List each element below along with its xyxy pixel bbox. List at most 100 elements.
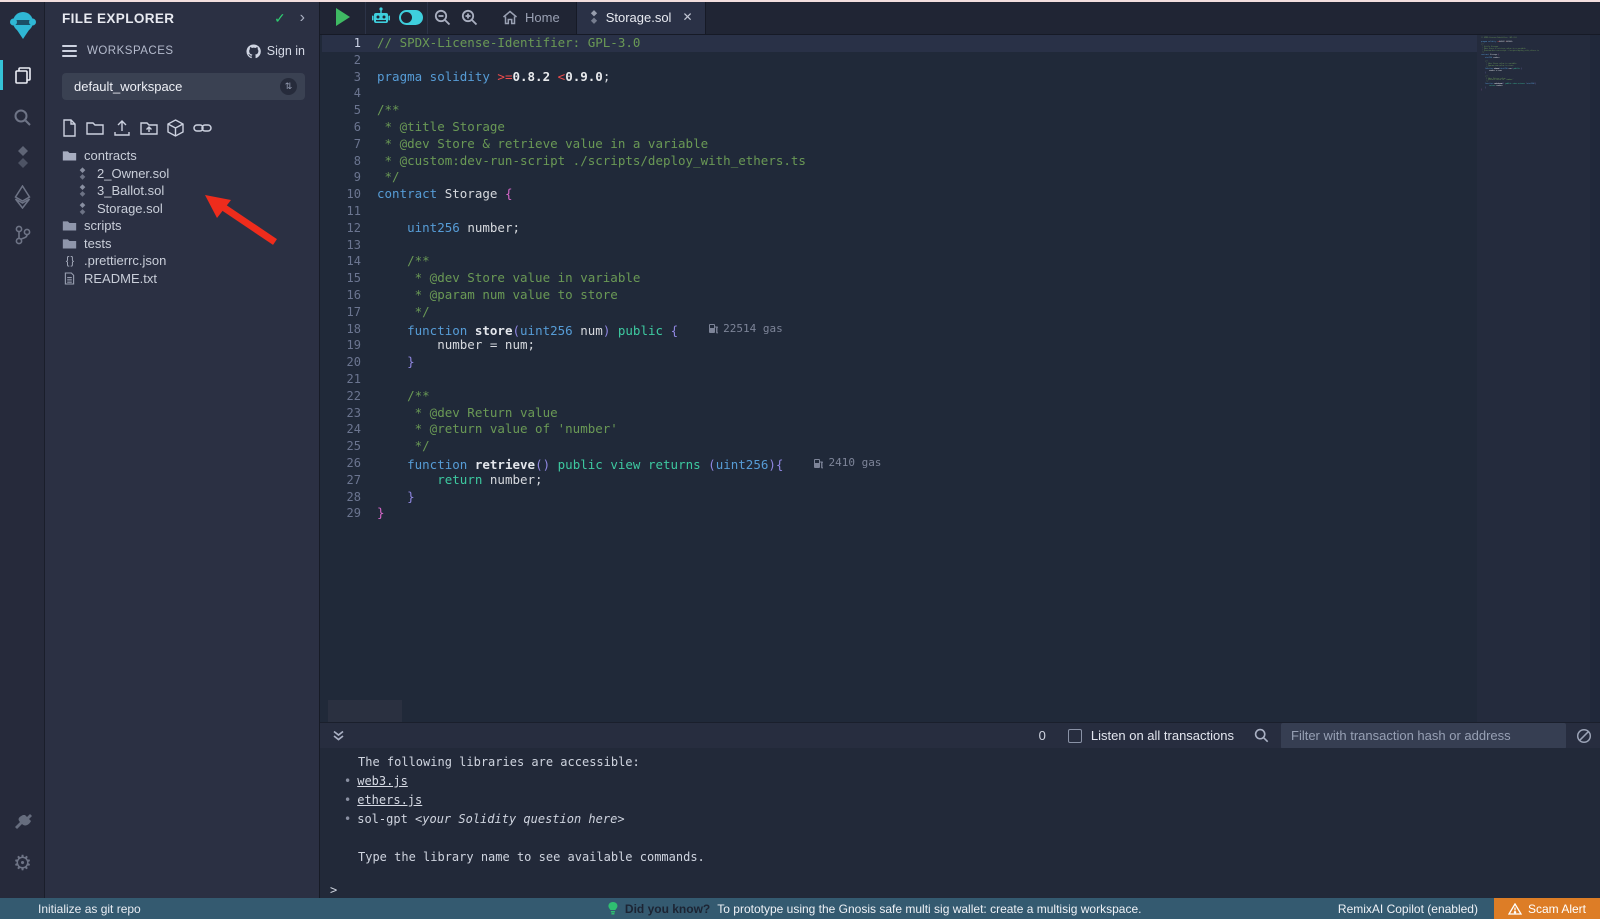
code-editor[interactable]: 1// SPDX-License-Identifier: GPL-3.023pr… [320, 35, 1600, 722]
code-line[interactable]: 29} [320, 505, 1477, 522]
json-file-icon: { } [62, 255, 77, 267]
tree-item-scripts[interactable]: scripts [45, 217, 319, 235]
solidity-file-icon [75, 202, 90, 215]
code-line[interactable]: 13 [320, 237, 1477, 254]
tree-item-Storage.sol[interactable]: Storage.sol [45, 200, 319, 218]
line-number: 28 [320, 489, 377, 506]
sign-in-button[interactable]: Sign in [246, 44, 305, 59]
close-tab-icon[interactable]: ✕ [682, 10, 692, 24]
line-number: 26 [320, 455, 377, 472]
zoom-out-icon[interactable] [434, 9, 451, 26]
code-line[interactable]: 10contract Storage { [320, 186, 1477, 203]
code-line[interactable]: 17 */ [320, 304, 1477, 321]
code-line[interactable]: 5/** [320, 102, 1477, 119]
code-line[interactable]: 4 [320, 85, 1477, 102]
new-file-icon[interactable] [62, 119, 77, 137]
code-line[interactable]: 20 } [320, 354, 1477, 371]
code-line[interactable]: 8 * @custom:dev-run-script ./scripts/dep… [320, 153, 1477, 170]
search-icon[interactable] [0, 100, 45, 134]
tree-item-label: 3_Ballot.sol [97, 183, 164, 198]
terminal-line: •ethers.js [330, 791, 1600, 810]
editor-tabbar: Home Storage.sol ✕ [320, 0, 1600, 35]
copilot-toggle[interactable] [399, 10, 423, 25]
code-line[interactable]: 24 * @return value of 'number' [320, 421, 1477, 438]
code-line[interactable]: 14 /** [320, 253, 1477, 270]
tree-item-2_Owner.sol[interactable]: 2_Owner.sol [45, 165, 319, 183]
code-line[interactable]: 11 [320, 203, 1477, 220]
git-icon[interactable] [0, 218, 45, 252]
solidity-file-icon [75, 184, 90, 197]
tab-storage-sol[interactable]: Storage.sol ✕ [576, 0, 706, 34]
scam-alert-button[interactable]: Scam Alert [1494, 898, 1600, 919]
file-explorer-icon[interactable] [0, 58, 45, 92]
solidity-compiler-icon[interactable] [0, 140, 45, 174]
git-init-button[interactable]: Initialize as git repo [0, 902, 141, 916]
solidity-file-icon [589, 10, 599, 24]
library-link[interactable]: ethers.js [357, 793, 422, 807]
robot-icon[interactable] [371, 7, 391, 27]
transaction-filter-input[interactable] [1281, 723, 1566, 749]
code-line[interactable]: 2 [320, 52, 1477, 69]
terminal-line: •web3.js [330, 772, 1600, 791]
code-line[interactable]: 25 */ [320, 438, 1477, 455]
tree-item-3_Ballot.sol[interactable]: 3_Ballot.sol [45, 182, 319, 200]
folder-open-icon [62, 149, 77, 162]
code-line[interactable]: 12 uint256 number; [320, 220, 1477, 237]
terminal-output[interactable]: The following libraries are accessible:•… [320, 748, 1600, 898]
clear-filter-icon[interactable] [1576, 728, 1592, 744]
tree-item-.prettierrc.json[interactable]: { }.prettierrc.json [45, 252, 319, 270]
tree-item-tests[interactable]: tests [45, 235, 319, 253]
line-number: 6 [320, 119, 377, 136]
run-script-button[interactable] [320, 0, 366, 34]
code-line[interactable]: 23 * @dev Return value [320, 405, 1477, 422]
remix-logo-icon[interactable] [0, 6, 45, 44]
icon-sidebar: ⚙ [0, 0, 45, 898]
status-bar: Initialize as git repo Did you know? To … [0, 898, 1600, 919]
code-line[interactable]: 18 function store(uint256 num) public {2… [320, 321, 1477, 338]
tree-item-contracts[interactable]: contracts [45, 147, 319, 165]
workspace-select-arrows-icon: ⇅ [280, 78, 297, 95]
code-line[interactable]: 28 } [320, 489, 1477, 506]
editor-scroll-decoration [328, 700, 402, 722]
scam-alert-label: Scam Alert [1528, 902, 1586, 916]
code-line[interactable]: 26 function retrieve() public view retur… [320, 455, 1477, 472]
editor-minimap[interactable]: // SPDX-License-Identifier: GPL-3.0 prag… [1477, 35, 1590, 722]
new-folder-icon[interactable] [86, 120, 104, 136]
workspaces-label: WORKSPACES [87, 45, 246, 57]
hamburger-menu-icon[interactable] [62, 45, 77, 57]
line-number: 7 [320, 136, 377, 153]
editor-scrollbar[interactable] [1590, 35, 1600, 722]
plugin-manager-icon[interactable] [0, 806, 45, 840]
code-line[interactable]: 9 */ [320, 169, 1477, 186]
tree-item-README.txt[interactable]: README.txt [45, 270, 319, 288]
ipfs-cube-icon[interactable] [167, 119, 184, 137]
warning-icon [1508, 903, 1522, 915]
library-link[interactable]: web3.js [357, 774, 408, 788]
code-line[interactable]: 3pragma solidity >=0.8.2 <0.9.0; [320, 69, 1477, 86]
tab-home[interactable]: Home [490, 0, 572, 34]
upload-file-icon[interactable] [113, 119, 131, 137]
code-line[interactable]: 22 /** [320, 388, 1477, 405]
listen-transactions-checkbox[interactable] [1068, 729, 1082, 743]
deploy-run-icon[interactable] [0, 180, 45, 214]
code-line[interactable]: 27 return number; [320, 472, 1477, 489]
link-icon[interactable] [193, 121, 212, 135]
zoom-in-icon[interactable] [461, 9, 478, 26]
code-line[interactable]: 15 * @dev Store value in variable [320, 270, 1477, 287]
line-number: 20 [320, 354, 377, 371]
settings-gear-icon[interactable]: ⚙ [0, 846, 45, 880]
code-line[interactable]: 16 * @param num value to store [320, 287, 1477, 304]
upload-folder-icon[interactable] [140, 120, 158, 136]
remix-ide-window: ⚙ FILE EXPLORER ✓ › WORKSPACES Sign in d… [0, 0, 1600, 919]
listen-transactions-label: Listen on all transactions [1091, 728, 1234, 743]
code-line[interactable]: 6 * @title Storage [320, 119, 1477, 136]
code-line[interactable]: 19 number = num; [320, 337, 1477, 354]
code-line[interactable]: 7 * @dev Store & retrieve value in a var… [320, 136, 1477, 153]
expand-terminal-icon[interactable] [332, 729, 345, 742]
code-line[interactable]: 1// SPDX-License-Identifier: GPL-3.0 [320, 35, 1477, 52]
chevron-right-icon[interactable]: › [300, 10, 305, 26]
terminal-line [330, 829, 1600, 848]
workspace-select[interactable]: default_workspace ⇅ [62, 73, 305, 100]
code-line[interactable]: 21 [320, 371, 1477, 388]
terminal-line: The following libraries are accessible: [330, 753, 1600, 772]
